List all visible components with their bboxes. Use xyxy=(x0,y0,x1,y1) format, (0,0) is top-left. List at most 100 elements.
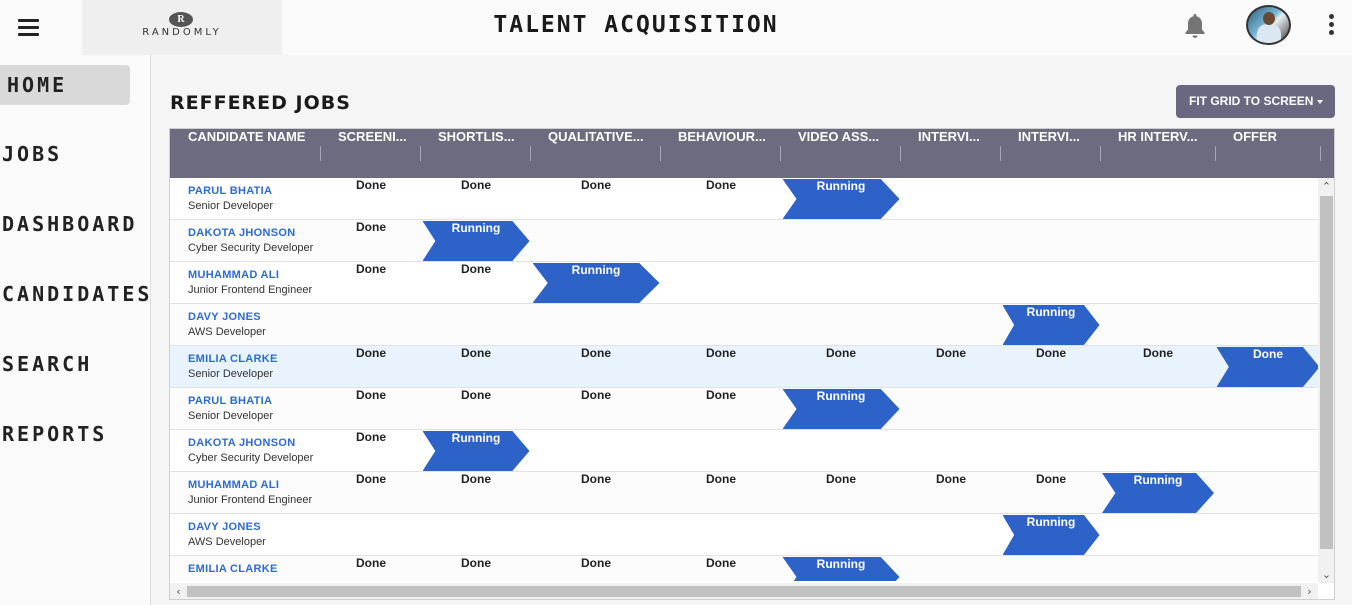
column-separator[interactable] xyxy=(320,146,321,161)
stage-status: Done xyxy=(581,346,611,360)
stage-status-chevron[interactable]: Running xyxy=(782,179,900,219)
vertical-scroll-thumb[interactable] xyxy=(1320,196,1333,549)
stage-status: Done xyxy=(461,388,491,402)
stage-status: Done xyxy=(936,472,966,486)
top-bar: R RANDOMLY TALENT ACQUISITION xyxy=(0,0,1352,55)
page-title: TALENT ACQUISITION xyxy=(493,12,779,38)
stage-status: Done xyxy=(581,472,611,486)
sidebar-item-jobs[interactable]: JOBS xyxy=(0,134,130,174)
column-separator[interactable] xyxy=(1100,146,1101,161)
logo-mark: R xyxy=(169,12,193,27)
stage-status-chevron[interactable]: Running xyxy=(532,263,660,303)
sidebar-item-dashboard[interactable]: DASHBOARD xyxy=(0,204,134,244)
table-row[interactable]: PARUL BHATIA Senior Developer Done Done Done… xyxy=(170,388,1318,430)
sidebar-item-home[interactable]: HOME xyxy=(0,65,130,105)
table-row[interactable]: MUHAMMAD ALI Junior Frontend Engineer Done… xyxy=(170,472,1318,514)
stage-status: Done xyxy=(826,346,856,360)
stage-status: Done xyxy=(356,388,386,402)
logo-text: RANDOMLY xyxy=(142,27,222,38)
candidate-name-link[interactable]: EMILIA CLARKE xyxy=(188,353,278,365)
stage-status-chevron[interactable]: Running xyxy=(782,389,900,429)
stage-status: Done xyxy=(581,388,611,402)
sidebar-item-reports[interactable]: REPORTS xyxy=(0,414,130,454)
candidate-name-link[interactable]: DAVY JONES xyxy=(188,521,261,533)
avatar[interactable] xyxy=(1246,5,1291,45)
column-header[interactable]: INTERVI... xyxy=(918,129,980,178)
stage-status-chevron[interactable]: Running xyxy=(422,431,530,471)
candidate-name-link[interactable]: DAKOTA JHONSON xyxy=(188,437,295,449)
stage-status: Done xyxy=(461,262,491,276)
section-title: REFFERED JOBS xyxy=(170,92,351,114)
vertical-scrollbar[interactable]: ⌃ ⌄ xyxy=(1318,178,1334,583)
column-separator[interactable] xyxy=(420,146,421,161)
column-header[interactable]: OFFER xyxy=(1233,129,1277,178)
candidate-name-link[interactable]: EMILIA CLARKE xyxy=(188,563,278,575)
column-separator[interactable] xyxy=(900,146,901,161)
column-header[interactable]: QUALITATIVE... xyxy=(548,129,644,178)
table-row[interactable]: EMILIA CLARKE Senior Developer Done Done Don… xyxy=(170,346,1318,388)
stage-status: Done xyxy=(461,472,491,486)
bell-icon[interactable] xyxy=(1183,12,1207,40)
table-row[interactable]: DAVY JONES AWS Developer Running xyxy=(170,514,1318,556)
stage-status: Done xyxy=(356,178,386,192)
candidate-name-link[interactable]: DAVY JONES xyxy=(188,311,261,323)
candidate-name-link[interactable]: PARUL BHATIA xyxy=(188,395,272,407)
candidate-name-link[interactable]: MUHAMMAD ALI xyxy=(188,479,279,491)
column-header[interactable]: HR INTERV... xyxy=(1118,129,1197,178)
candidate-name-link[interactable]: MUHAMMAD ALI xyxy=(188,269,279,281)
stage-status: Done xyxy=(826,472,856,486)
stage-status: Done xyxy=(706,346,736,360)
table-row[interactable]: PARUL BHATIA Senior Developer Done Done Done… xyxy=(170,178,1318,220)
table-row[interactable]: EMILIA CLARKE Done Done Done Done Running xyxy=(170,556,1318,581)
scroll-right-icon[interactable]: › xyxy=(1301,583,1318,599)
stage-status: Done xyxy=(1143,346,1173,360)
candidate-name-link[interactable]: DAKOTA JHONSON xyxy=(188,227,295,239)
sidebar-item-candidates[interactable]: CANDIDATES xyxy=(0,274,149,314)
column-separator[interactable] xyxy=(1215,146,1216,161)
grid-body: PARUL BHATIA Senior Developer Done Done Done… xyxy=(170,178,1318,581)
column-separator[interactable] xyxy=(1320,146,1321,161)
column-header[interactable]: VIDEO ASS... xyxy=(798,129,879,178)
column-header[interactable]: CANDIDATE NAME xyxy=(188,129,305,178)
stage-status: Done xyxy=(706,178,736,192)
stage-status-chevron[interactable]: Running xyxy=(422,221,530,261)
caret-down-icon xyxy=(1317,100,1323,104)
column-header[interactable]: BEHAVIOUR... xyxy=(678,129,766,178)
stage-status: Done xyxy=(1036,472,1066,486)
fit-grid-to-screen-button[interactable]: FIT GRID TO SCREEN xyxy=(1176,85,1335,118)
candidate-name-link[interactable]: PARUL BHATIA xyxy=(188,185,272,197)
column-separator[interactable] xyxy=(660,146,661,161)
table-row[interactable]: DAVY JONES AWS Developer Running xyxy=(170,304,1318,346)
column-header[interactable]: SHORTLIS... xyxy=(438,129,515,178)
column-separator[interactable] xyxy=(1000,146,1001,161)
column-header[interactable]: SCREENI... xyxy=(338,129,407,178)
stage-status: Done xyxy=(581,556,611,570)
sidebar-item-search[interactable]: SEARCH xyxy=(0,344,130,384)
logo: R RANDOMLY xyxy=(82,0,282,55)
table-row[interactable]: DAKOTA JHONSON Cyber Security Developer Do… xyxy=(170,430,1318,472)
scroll-up-icon[interactable]: ⌃ xyxy=(1318,178,1334,195)
stage-status-chevron[interactable]: Running xyxy=(782,557,900,581)
horizontal-scrollbar[interactable]: ‹ › xyxy=(170,583,1318,599)
table-row[interactable]: MUHAMMAD ALI Junior Frontend Engineer Done… xyxy=(170,262,1318,304)
horizontal-scroll-thumb[interactable] xyxy=(187,586,1301,597)
menu-icon[interactable] xyxy=(18,19,39,36)
stage-status: Done xyxy=(356,220,386,234)
stage-status-chevron[interactable]: Running xyxy=(1102,473,1214,513)
column-separator[interactable] xyxy=(780,146,781,161)
scroll-left-icon[interactable]: ‹ xyxy=(170,583,187,599)
candidate-role: Junior Frontend Engineer xyxy=(188,494,313,506)
table-row[interactable]: DAKOTA JHONSON Cyber Security Developer Do… xyxy=(170,220,1318,262)
column-separator[interactable] xyxy=(530,146,531,161)
column-header[interactable]: INTERVI... xyxy=(1018,129,1080,178)
candidate-role: AWS Developer xyxy=(188,536,266,548)
sidebar: HOME JOBS DASHBOARD CANDIDATES SEARCH REPORTS xyxy=(0,55,151,605)
stage-status-chevron[interactable]: Running xyxy=(1002,305,1100,345)
stage-status: Done xyxy=(356,472,386,486)
more-vertical-icon[interactable] xyxy=(1329,14,1337,38)
scroll-down-icon[interactable]: ⌄ xyxy=(1318,566,1334,583)
stage-status: Done xyxy=(706,556,736,570)
stage-status-chevron[interactable]: Running xyxy=(1002,515,1100,555)
stage-status-chevron[interactable]: Done xyxy=(1216,347,1318,387)
jobs-grid: CANDIDATE NAME SCREENI... SHORTLIS... QUALI… xyxy=(169,128,1335,600)
